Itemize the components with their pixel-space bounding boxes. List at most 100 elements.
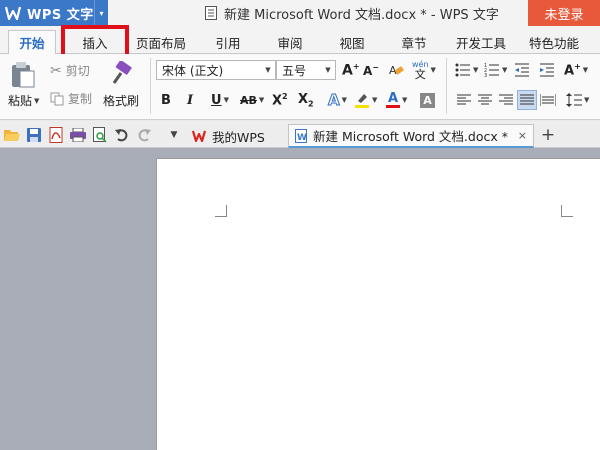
- watermark-url: jingyan.baidu.com: [472, 420, 556, 430]
- justify-icon: [520, 94, 534, 106]
- chevron-down-icon: ▼: [265, 66, 271, 74]
- justify-button[interactable]: [517, 90, 537, 110]
- change-case-button[interactable]: A+ ▼: [564, 60, 588, 80]
- text-effect-icon: A: [328, 91, 341, 110]
- tab-special-features[interactable]: 特色功能: [525, 30, 583, 54]
- doc-tab-my-wps[interactable]: 我的WPS: [186, 124, 286, 148]
- wps-red-logo-icon: [192, 130, 206, 142]
- copy-button[interactable]: 复制: [50, 90, 92, 107]
- document-icon: [205, 6, 217, 20]
- highlighter-icon: [354, 91, 370, 109]
- svg-text:W: W: [297, 133, 307, 143]
- subscript-button[interactable]: X2: [298, 90, 314, 110]
- align-right-icon: [499, 94, 513, 106]
- export-pdf-button[interactable]: [48, 127, 64, 143]
- window-title-text: 新建 Microsoft Word 文档.docx * - WPS 文字: [224, 7, 499, 23]
- undo-icon: [115, 128, 129, 142]
- paste-dropdown-icon: ▼: [34, 96, 40, 105]
- customize-toolbar-button[interactable]: ▼: [166, 127, 182, 143]
- scissors-icon: ✂: [50, 62, 62, 79]
- tab-view[interactable]: 视图: [330, 30, 374, 54]
- baidu-jingyan-watermark: Bai du 经验: [455, 392, 583, 450]
- align-center-icon: [478, 94, 492, 106]
- tab-review[interactable]: 审阅: [268, 30, 312, 54]
- pdf-icon: [49, 127, 63, 143]
- svg-text:3: 3: [484, 73, 487, 77]
- numbered-list-button[interactable]: 123 ▼: [484, 62, 507, 78]
- phonetic-guide-button[interactable]: wén 文 ▼: [412, 58, 436, 82]
- tab-references[interactable]: 引用: [206, 30, 250, 54]
- phonetic-guide-icon: wén 文: [412, 59, 429, 81]
- paste-label: 粘贴: [8, 94, 33, 108]
- shrink-font-button[interactable]: A−: [363, 60, 379, 80]
- paste-menu[interactable]: 粘贴 ▼: [8, 92, 39, 109]
- cut-label: 剪切: [65, 64, 90, 78]
- bullet-list-button[interactable]: ▼: [455, 62, 478, 78]
- save-button[interactable]: [26, 127, 42, 143]
- print-button[interactable]: [70, 127, 86, 143]
- app-menu-button[interactable]: WPS 文字 ▾: [0, 0, 108, 26]
- redo-icon: [137, 128, 151, 142]
- login-button[interactable]: 未登录: [528, 0, 600, 26]
- text-effect-button[interactable]: A ▼: [328, 90, 347, 110]
- font-color-button[interactable]: A ▼: [386, 89, 407, 111]
- align-center-button[interactable]: [478, 92, 492, 108]
- format-painter-label: 格式刷: [103, 94, 140, 108]
- chevron-down-icon: ▼: [341, 96, 347, 104]
- grow-font-icon: A+: [342, 61, 360, 79]
- tab-sections[interactable]: 章节: [392, 30, 436, 54]
- open-folder-button[interactable]: [4, 127, 20, 143]
- chevron-down-icon: ▼: [584, 96, 590, 104]
- line-spacing-button[interactable]: ▼: [566, 92, 589, 108]
- eraser-icon: A: [388, 62, 404, 78]
- italic-button[interactable]: I: [187, 90, 193, 110]
- superscript-button[interactable]: X2: [272, 90, 288, 110]
- redo-button[interactable]: [136, 127, 152, 143]
- wps-logo-icon: [5, 5, 21, 21]
- bold-icon: B: [161, 92, 171, 108]
- superscript-icon: X2: [272, 91, 288, 109]
- numbered-list-icon: 123: [484, 63, 500, 77]
- chevron-down-icon: ▼: [170, 130, 178, 140]
- bold-button[interactable]: B: [161, 90, 171, 110]
- tab-page-layout[interactable]: 页面布局: [132, 30, 190, 54]
- format-painter-brush-icon: [108, 61, 134, 87]
- print-preview-icon: [93, 127, 107, 143]
- chevron-down-icon: ▼: [502, 66, 508, 74]
- clear-format-button[interactable]: A: [388, 60, 404, 80]
- chevron-down-icon: ▼: [473, 66, 479, 74]
- strikethrough-button[interactable]: AB ▼: [240, 90, 264, 110]
- format-painter-button[interactable]: [108, 60, 136, 88]
- align-left-button[interactable]: [457, 92, 471, 108]
- font-color-icon: A: [386, 91, 400, 108]
- doc-tab-new-document[interactable]: W 新建 Microsoft Word 文档.docx * ×: [288, 124, 534, 148]
- chevron-down-icon: ▼: [402, 96, 408, 104]
- print-preview-button[interactable]: [92, 127, 108, 143]
- copy-label: 复制: [68, 92, 93, 106]
- paste-button[interactable]: [10, 60, 42, 90]
- shrink-font-icon: A−: [363, 62, 379, 78]
- increase-indent-button[interactable]: [540, 62, 554, 78]
- chevron-down-icon: ▼: [372, 96, 378, 104]
- close-tab-icon[interactable]: ×: [518, 129, 527, 142]
- highlight-button[interactable]: ▼: [354, 90, 377, 110]
- tab-developer-tools[interactable]: 开发工具: [452, 30, 510, 54]
- new-tab-button[interactable]: +: [540, 125, 556, 145]
- align-right-button[interactable]: [499, 92, 513, 108]
- font-family-select[interactable]: 宋体 (正文) ▼: [156, 60, 276, 80]
- window-title: 新建 Microsoft Word 文档.docx * - WPS 文字: [205, 0, 499, 26]
- doc-tab-label: 我的WPS: [212, 129, 265, 145]
- decrease-indent-button[interactable]: [515, 62, 529, 78]
- italic-icon: I: [187, 92, 194, 108]
- undo-button[interactable]: [114, 127, 130, 143]
- font-size-select[interactable]: 五号 ▼: [276, 60, 336, 80]
- quick-access-toolbar: ▼ 我的WPS W 新建 Microsoft Word 文档.docx * × …: [0, 121, 600, 148]
- increase-indent-icon: [540, 63, 554, 77]
- tab-home[interactable]: 开始: [8, 30, 56, 55]
- distributed-align-button[interactable]: [540, 92, 556, 108]
- grow-font-button[interactable]: A+: [342, 60, 360, 80]
- cut-button[interactable]: ✂ 剪切: [50, 62, 90, 79]
- underline-button[interactable]: U ▼: [211, 90, 229, 110]
- char-shading-button[interactable]: A: [420, 90, 435, 110]
- app-menu-dropdown-icon[interactable]: ▾: [94, 0, 108, 26]
